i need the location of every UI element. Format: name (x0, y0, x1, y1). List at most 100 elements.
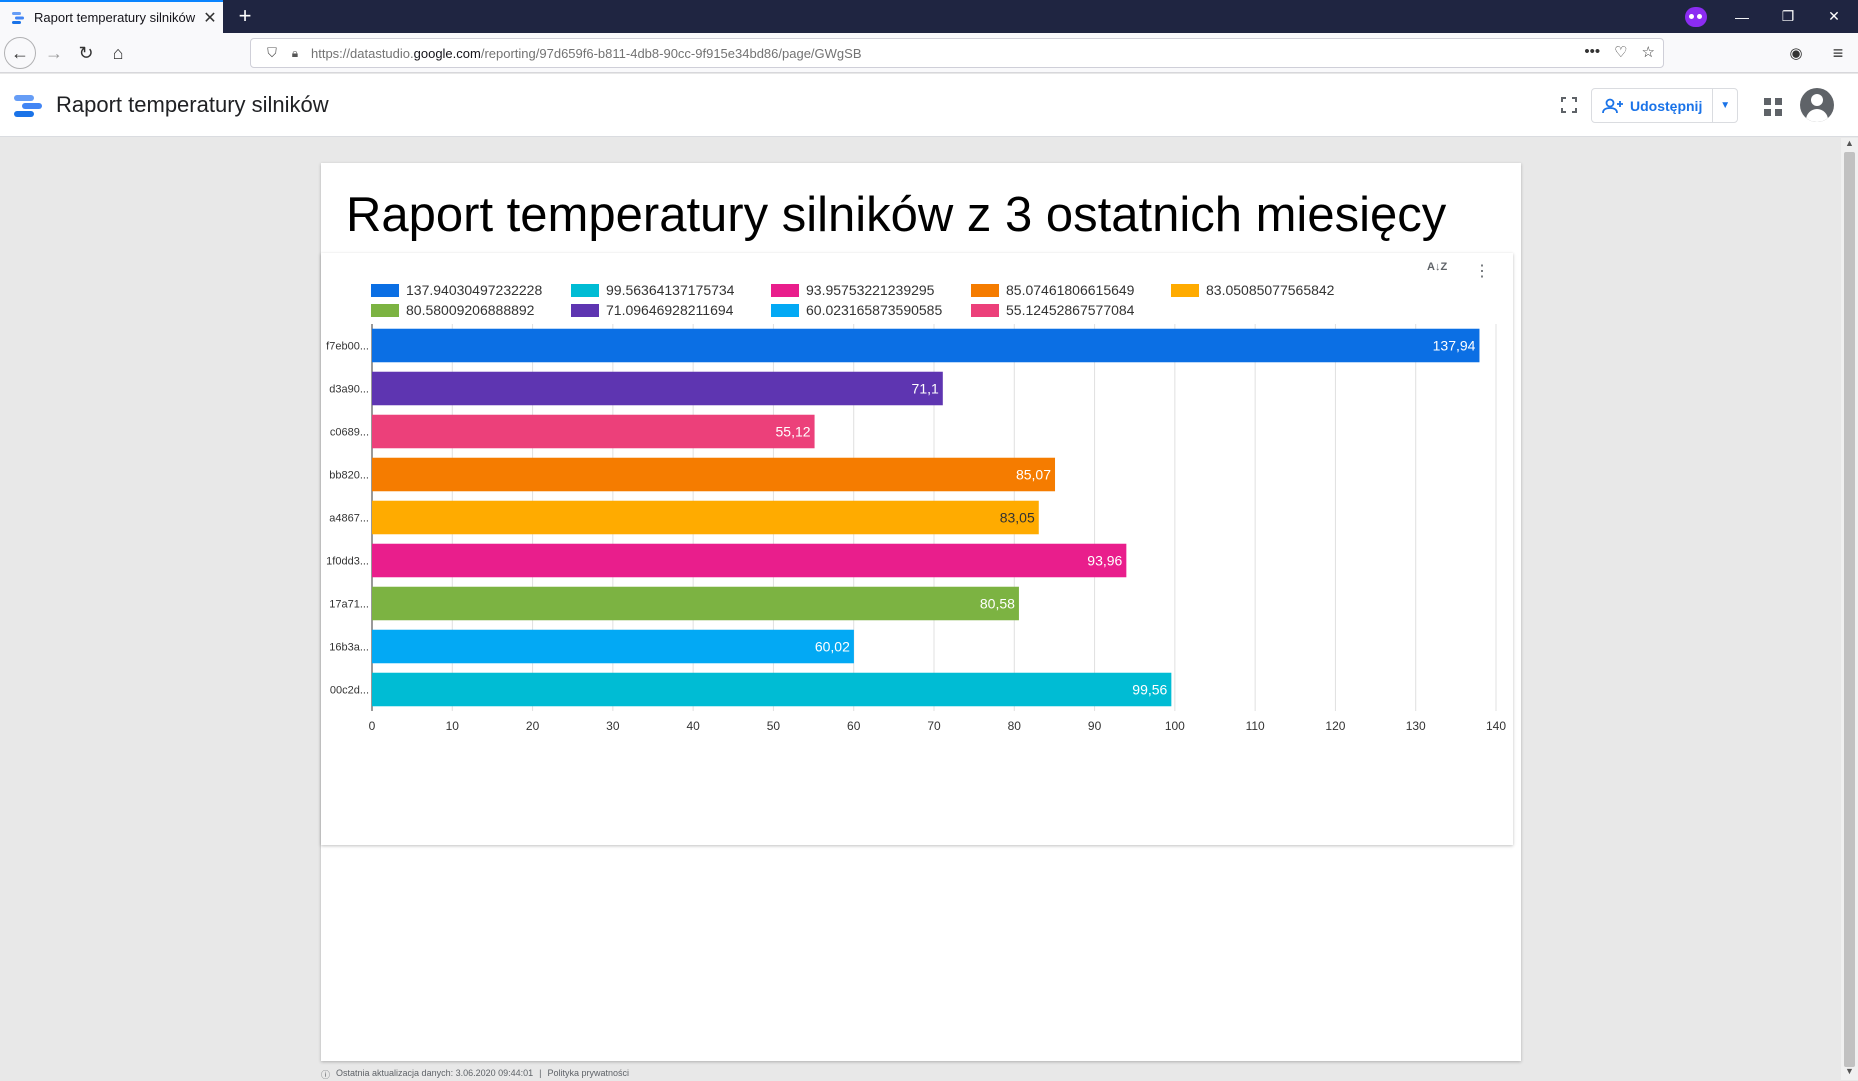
category-label: bb820... (329, 470, 369, 482)
x-tick-label: 20 (526, 719, 540, 733)
private-browsing-icon (1685, 7, 1707, 27)
privacy-link[interactable]: Polityka prywatności (548, 1068, 630, 1081)
legend-swatch (371, 304, 399, 317)
x-tick-label: 60 (847, 719, 861, 733)
category-label: 1f0dd3... (326, 556, 369, 568)
add-person-icon (1602, 98, 1623, 113)
bar (372, 586, 1019, 621)
more-options-icon[interactable]: ⋮ (1474, 261, 1490, 281)
x-tick-label: 30 (606, 719, 620, 733)
legend-label: 80.58009206888892 (406, 302, 535, 318)
lock-icon[interactable]: 🔒︎ (285, 46, 305, 61)
share-button[interactable]: Udostępnij ▼ (1591, 88, 1738, 123)
browser-tab[interactable]: Raport temperatury silników ✕ (0, 0, 223, 33)
apps-grid-icon[interactable] (1764, 98, 1782, 116)
legend-label: 60.023165873590585 (806, 302, 942, 318)
x-tick-label: 70 (927, 719, 941, 733)
bookmark-star-icon[interactable]: ☆ (1642, 43, 1655, 61)
category-label: d3a90... (329, 384, 369, 396)
scroll-down-icon[interactable]: ▼ (1841, 1066, 1858, 1080)
category-label: a4867... (329, 513, 369, 525)
browser-tab-bar: Raport temperatury silników ✕ + — ❐ ✕ (0, 0, 1858, 33)
account-icon[interactable]: ◉ (1780, 37, 1812, 69)
legend-swatch (1171, 284, 1199, 297)
reload-icon[interactable]: ↻ (70, 37, 102, 69)
category-label: 17a71... (329, 599, 369, 611)
last-update-text: Ostatnia aktualizacja danych: 3.06.2020 … (336, 1068, 534, 1078)
legend-swatch (371, 284, 399, 297)
pocket-icon[interactable]: ♡ (1614, 43, 1627, 61)
bar (372, 328, 1480, 363)
scroll-up-icon[interactable]: ▲ (1841, 138, 1858, 152)
report-footer: ⓘ Ostatnia aktualizacja danych: 3.06.202… (321, 1068, 630, 1081)
bar-data-label: 93,96 (1087, 553, 1122, 569)
category-label: 00c2d... (330, 685, 369, 697)
bar-chart: 0 10 20 30 40 50 60 70 80 90 100 110 120 130 140 137.94… (326, 282, 1506, 733)
bar-data-label: 137,94 (1433, 338, 1476, 354)
legend-label: 137.94030497232228 (406, 282, 542, 298)
legend-swatch (971, 284, 999, 297)
legend-label: 85.07461806615649 (1006, 282, 1135, 298)
info-icon: ⓘ (321, 1070, 331, 1080)
x-tick-label: 140 (1486, 719, 1506, 733)
x-tick-label: 40 (686, 719, 700, 733)
new-tab-icon[interactable]: + (232, 3, 258, 29)
legend-label: 83.05085077565842 (1206, 282, 1335, 298)
tab-title: Raport temperatury silników (34, 10, 196, 25)
browser-nav-bar: ← → ↻ ⌂ ⛉ 🔒︎ https://datastudio.google.c… (0, 33, 1858, 73)
x-tick-label: 10 (446, 719, 460, 733)
legend-swatch (771, 304, 799, 317)
share-dropdown-icon[interactable]: ▼ (1713, 100, 1737, 111)
x-tick-label: 100 (1165, 719, 1185, 733)
x-tick-label: 110 (1246, 719, 1265, 733)
bar-data-label: 60,02 (815, 639, 850, 655)
bar (372, 500, 1039, 535)
legend-swatch (571, 284, 599, 297)
category-label: c0689... (330, 427, 369, 439)
bar-chart-card[interactable]: 0 10 20 30 40 50 60 70 80 90 100 110 120 130 140 137.94… (321, 253, 1513, 845)
x-tick-label: 120 (1325, 719, 1345, 733)
legend-swatch (971, 304, 999, 317)
back-icon[interactable]: ← (4, 37, 36, 69)
app-header: Raport temperatury silników Udostępnij ▼ (0, 74, 1858, 137)
report-title: Raport temperatury silników z 3 ostatnic… (346, 188, 1447, 242)
fullscreen-icon[interactable] (1560, 96, 1578, 114)
page-scrollbar[interactable]: ▲ ▼ (1841, 138, 1858, 1080)
window-close-icon[interactable]: ✕ (1806, 0, 1858, 33)
url-text[interactable]: https://datastudio.google.com/reporting/… (311, 46, 862, 61)
datastudio-logo-icon (14, 95, 42, 117)
page-actions-icon[interactable]: ••• (1584, 43, 1600, 61)
category-label: 16b3a... (329, 642, 369, 654)
bar (372, 672, 1172, 707)
legend-label: 99.56364137175734 (606, 282, 735, 298)
bar-data-label: 55,12 (776, 424, 811, 440)
tracking-shield-icon[interactable]: ⛉ (259, 45, 285, 61)
datastudio-favicon-icon (12, 11, 24, 24)
x-tick-label: 130 (1406, 719, 1426, 733)
legend-swatch (771, 284, 799, 297)
app-title: Raport temperatury silników (56, 92, 329, 117)
forward-icon[interactable]: → (38, 37, 70, 69)
scroll-thumb[interactable] (1844, 152, 1855, 1067)
bar (372, 457, 1056, 492)
tab-close-icon[interactable]: ✕ (197, 8, 223, 28)
sort-icon[interactable]: A↓Z (1427, 261, 1447, 273)
bar-data-label: 85,07 (1016, 467, 1051, 483)
url-bar[interactable]: ⛉ 🔒︎ https://datastudio.google.com/repor… (250, 38, 1664, 68)
bar (372, 629, 854, 664)
home-icon[interactable]: ⌂ (102, 37, 134, 69)
bar-data-label: 80,58 (980, 596, 1015, 612)
share-label: Udostępnij (1630, 97, 1703, 114)
x-tick-label: 90 (1088, 719, 1102, 733)
x-tick-label: 80 (1008, 719, 1022, 733)
menu-icon[interactable]: ≡ (1822, 37, 1854, 69)
avatar[interactable] (1800, 88, 1834, 122)
legend-swatch (571, 304, 599, 317)
bar-data-label: 71,1 (912, 381, 939, 397)
x-tick-label: 50 (767, 719, 781, 733)
legend-label: 93.95753221239295 (806, 282, 935, 298)
bar-data-label: 99,56 (1132, 682, 1167, 698)
category-label: f7eb00... (326, 341, 369, 353)
bar-data-label: 83,05 (1000, 510, 1035, 526)
bar (372, 414, 815, 449)
